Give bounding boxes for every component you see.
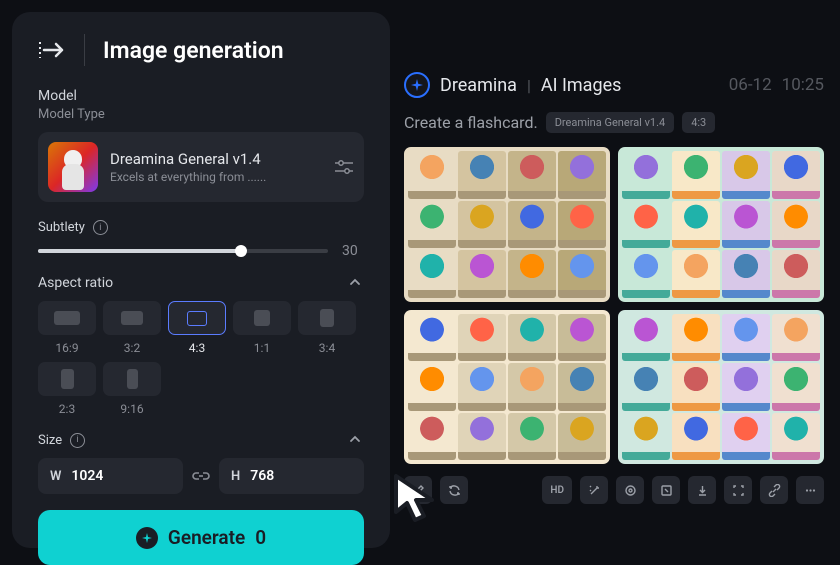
magic-button[interactable]	[580, 476, 608, 504]
edit-button[interactable]	[404, 476, 432, 504]
model-thumbnail	[48, 142, 98, 192]
divider	[84, 34, 85, 66]
aspect-label: 1:1	[254, 341, 270, 355]
aspect-ratio-label: Aspect ratio	[38, 275, 113, 291]
aspect-label: 3:4	[319, 341, 335, 355]
width-input[interactable]: W 1024	[38, 458, 183, 494]
generation-panel: Image generation Model Model Type Dreami…	[12, 12, 390, 548]
aspect-ratio-grid: 16:9 3:2 4:3 1:1 3:4 2:3 9:16	[38, 301, 364, 416]
model-name: Dreamina General v1.4	[110, 150, 322, 168]
separator: |	[527, 76, 531, 95]
generate-count: 0	[255, 526, 266, 549]
frame-button[interactable]	[724, 476, 752, 504]
subtlety-slider[interactable]	[38, 249, 328, 253]
variation-button[interactable]	[616, 476, 644, 504]
height-letter: H	[231, 469, 240, 484]
aspect-option-4-3[interactable]: 4:3	[168, 301, 226, 355]
subtlety-value: 30	[342, 243, 364, 259]
aspect-option-16-9[interactable]: 16:9	[38, 301, 96, 355]
result-thumbnail[interactable]	[404, 310, 610, 465]
info-icon[interactable]: i	[70, 433, 85, 448]
aspect-option-1-1[interactable]: 1:1	[233, 301, 291, 355]
back-icon[interactable]	[38, 39, 66, 61]
height-input[interactable]: H 768	[219, 458, 364, 494]
result-thumbnail[interactable]	[404, 147, 610, 302]
generate-button[interactable]: Generate 0	[38, 510, 364, 565]
model-settings-icon[interactable]	[334, 157, 354, 177]
brand-spark-icon	[404, 72, 430, 98]
model-selector[interactable]: Dreamina General v1.4 Excels at everythi…	[38, 132, 364, 202]
hd-button[interactable]: HD	[542, 476, 572, 504]
result-thumbnail[interactable]	[618, 310, 824, 465]
model-chip: Dreamina General v1.4	[546, 112, 675, 133]
size-label: Size	[38, 433, 62, 448]
download-button[interactable]	[688, 476, 716, 504]
section-name: AI Images	[541, 75, 622, 96]
prompt-text: Create a flashcard.	[404, 113, 538, 132]
brand-name: Dreamina	[440, 75, 517, 96]
aspect-label: 4:3	[189, 341, 205, 355]
model-description: Excels at everything from ......	[110, 170, 322, 184]
info-icon[interactable]: i	[93, 220, 108, 235]
refresh-button[interactable]	[440, 476, 468, 504]
aspect-label: 16:9	[55, 341, 78, 355]
date-text: 06-12	[729, 75, 772, 95]
expand-button[interactable]	[652, 476, 680, 504]
aspect-option-3-2[interactable]: 3:2	[103, 301, 161, 355]
aspect-option-2-3[interactable]: 2:3	[38, 362, 96, 416]
result-thumbnail[interactable]	[618, 147, 824, 302]
model-section-label: Model	[38, 88, 364, 104]
height-value: 768	[250, 468, 274, 484]
width-value: 1024	[71, 468, 103, 484]
aspect-label: 9:16	[120, 402, 143, 416]
sparkle-icon	[136, 527, 158, 549]
aspect-label: 3:2	[124, 341, 140, 355]
aspect-label: 2:3	[59, 402, 75, 416]
aspect-chip: 4:3	[682, 112, 715, 133]
subtlety-label: Subtlety	[38, 220, 85, 235]
more-button[interactable]	[796, 476, 824, 504]
model-type-label: Model Type	[38, 107, 364, 122]
panel-title: Image generation	[103, 37, 284, 64]
aspect-option-9-16[interactable]: 9:16	[103, 362, 161, 416]
aspect-option-3-4[interactable]: 3:4	[298, 301, 356, 355]
width-letter: W	[50, 469, 61, 484]
chevron-up-icon[interactable]	[348, 275, 364, 291]
generate-label: Generate	[168, 526, 245, 549]
results-panel: Dreamina | AI Images 06-12 10:25 Create …	[400, 12, 828, 548]
chevron-up-icon[interactable]	[348, 432, 364, 448]
slider-thumb[interactable]	[235, 245, 247, 257]
results-grid	[404, 147, 824, 464]
link-dimensions-icon[interactable]	[191, 466, 211, 486]
link-button[interactable]	[760, 476, 788, 504]
time-text: 10:25	[782, 75, 824, 95]
